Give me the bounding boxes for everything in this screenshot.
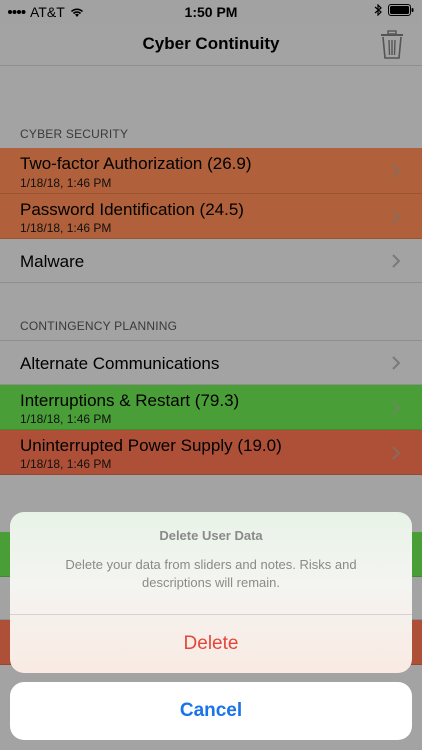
- list-row-two-factor[interactable]: Two-factor Authorization (26.9) 1/18/18,…: [0, 148, 422, 194]
- chevron-right-icon: [392, 356, 401, 370]
- list-row-malware[interactable]: Malware: [0, 239, 422, 283]
- section-header-cyber-security: CYBER SECURITY: [20, 127, 129, 141]
- row-timestamp: 1/18/18, 1:46 PM: [20, 221, 112, 235]
- row-label: Interruptions & Restart (79.3): [20, 391, 240, 410]
- row-label: Password Identification (24.5): [20, 200, 244, 219]
- action-sheet-title: Delete User Data: [159, 528, 263, 543]
- row-timestamp: 1/18/18, 1:46 PM: [20, 457, 112, 471]
- status-time: 1:50 PM: [184, 4, 238, 20]
- cancel-button[interactable]: Cancel: [10, 682, 412, 740]
- battery-icon: [388, 4, 414, 16]
- navigation-bar: Cyber Continuity: [0, 24, 422, 66]
- status-right: [374, 4, 414, 16]
- action-sheet-message: Delete your data from sliders and notes.…: [65, 557, 357, 590]
- chevron-right-icon: [392, 446, 401, 460]
- status-bar: AT&T 1:50 PM: [0, 0, 422, 24]
- row-label: Malware: [20, 252, 85, 271]
- list-row-power-supply[interactable]: Uninterrupted Power Supply (19.0) 1/18/1…: [0, 430, 422, 475]
- action-sheet: Delete User Data Delete your data from s…: [10, 512, 412, 673]
- chevron-right-icon: [392, 210, 401, 224]
- delete-button[interactable]: Delete: [10, 614, 412, 673]
- page-title: Cyber Continuity: [142, 34, 280, 53]
- list-row-interruptions[interactable]: Interruptions & Restart (79.3) 1/18/18, …: [0, 385, 422, 430]
- chevron-right-icon: [392, 164, 401, 178]
- list-row-alternate-communications[interactable]: Alternate Communications: [0, 340, 422, 385]
- row-label: Alternate Communications: [20, 354, 220, 373]
- row-timestamp: 1/18/18, 1:46 PM: [20, 176, 112, 190]
- row-timestamp: 1/18/18, 1:46 PM: [20, 412, 112, 426]
- row-label: Uninterrupted Power Supply (19.0): [20, 436, 282, 455]
- list-row-password[interactable]: Password Identification (24.5) 1/18/18, …: [0, 194, 422, 239]
- bluetooth-icon: [374, 4, 382, 16]
- chevron-right-icon: [392, 254, 401, 268]
- section-header-contingency-planning: CONTINGENCY PLANNING: [20, 319, 178, 333]
- row-label: Two-factor Authorization (26.9): [20, 154, 252, 173]
- chevron-right-icon: [392, 401, 401, 415]
- trash-icon[interactable]: [380, 30, 404, 60]
